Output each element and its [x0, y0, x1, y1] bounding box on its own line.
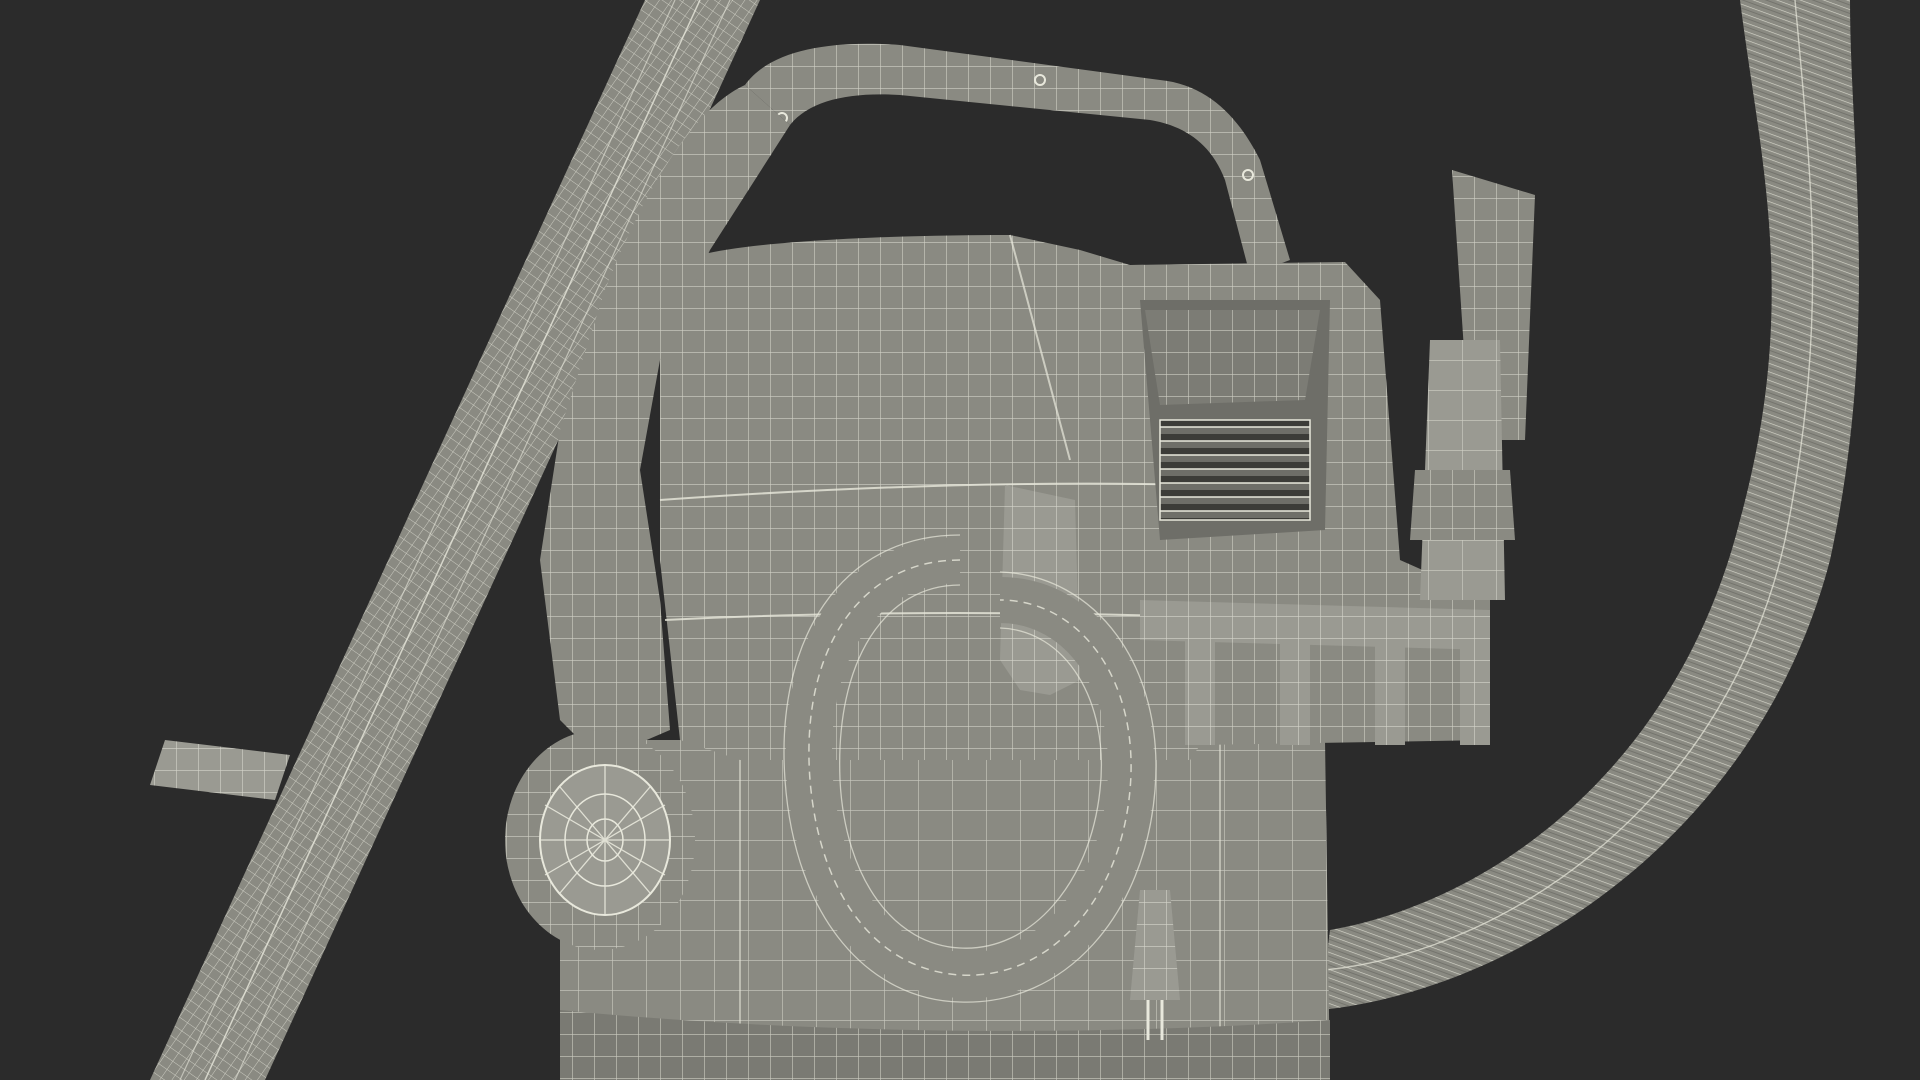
wheel-hub	[505, 730, 695, 950]
vent-grille	[1140, 300, 1330, 540]
wireframe-render	[0, 0, 1920, 1080]
render-viewport	[0, 0, 1920, 1080]
